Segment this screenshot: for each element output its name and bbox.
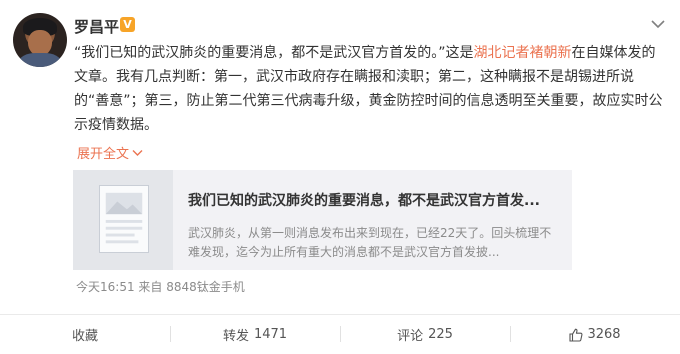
action-bar: 收藏 转发 1471 评论 225 3268 (0, 315, 680, 354)
comment-count: 225 (428, 327, 453, 342)
favorite-label: 收藏 (71, 329, 98, 344)
article-thumbnail (73, 170, 173, 270)
post-text-part1: “我们已知的武汉肺炎的重要消息，都不是武汉官方首发的。”这是 (74, 45, 474, 61)
vip-verified-icon: V (120, 17, 135, 32)
expand-full-text-link[interactable]: 展开全文 (77, 143, 143, 162)
user-avatar[interactable] (13, 13, 67, 67)
like-count: 3268 (587, 327, 621, 342)
chevron-down-icon[interactable] (650, 18, 666, 30)
article-summary: 武汉肺炎，从第一则消息发布出来到现在，已经22天了。回头梳理不难发现，迄今为止所… (188, 226, 552, 259)
username[interactable]: 罗昌平 (74, 16, 119, 37)
thumbs-up-icon (569, 328, 583, 342)
expand-label: 展开全文 (77, 147, 130, 162)
post-meta: 今天16:51 来自 8848钛金手机 (76, 278, 245, 295)
repost-count: 1471 (253, 327, 288, 342)
repost-button[interactable]: 转发 1471 (170, 315, 340, 354)
document-icon (99, 185, 149, 253)
avatar-shirt (19, 53, 61, 67)
post-source: 来自 8848钛金手机 (138, 280, 245, 294)
like-button[interactable]: 3268 (510, 315, 680, 354)
comment-button[interactable]: 评论 225 (340, 315, 510, 354)
comment-label: 评论 (397, 329, 424, 344)
mention-link[interactable]: 湖北记者褚朝新 (474, 45, 572, 61)
favorite-button[interactable]: 收藏 (0, 315, 170, 354)
post-text: “我们已知的武汉肺炎的重要消息，都不是武汉官方首发的。”这是湖北记者褚朝新在自媒… (74, 41, 664, 137)
post-time[interactable]: 今天16:51 (76, 280, 135, 294)
article-title[interactable]: 我们已知的武汉肺炎的重要消息，都不是武汉官方首发... (188, 191, 563, 211)
article-card[interactable]: 我们已知的武汉肺炎的重要消息，都不是武汉官方首发... 武汉肺炎，从第一则消息发… (73, 170, 572, 270)
chevron-down-icon (132, 149, 143, 156)
repost-label: 转发 (222, 329, 249, 344)
